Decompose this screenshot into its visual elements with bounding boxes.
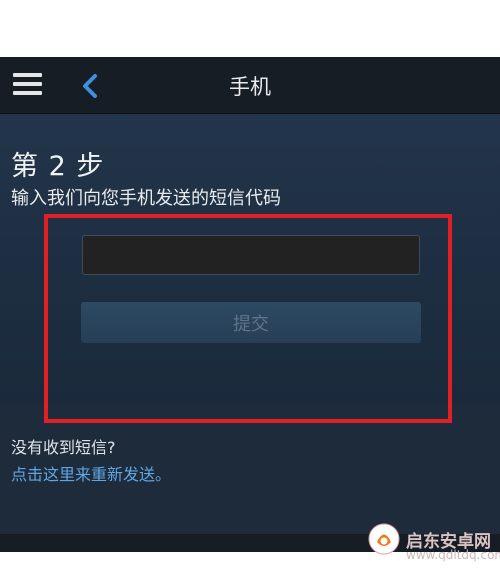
red-highlight-box [44, 214, 452, 423]
step-description: 输入我们向您手机发送的短信代码 [11, 188, 281, 209]
top-navbar: 手机 [0, 57, 500, 114]
no-sms-text: 没有收到短信? [11, 438, 116, 457]
step-title: 第 2 步 [11, 151, 105, 182]
watermark-url: www.qdltdq.com [406, 548, 500, 562]
watermark-logo-icon [368, 523, 400, 555]
page-title: 手机 [229, 75, 271, 99]
resend-sms-link[interactable]: 点击这里来重新发送。 [11, 461, 171, 485]
